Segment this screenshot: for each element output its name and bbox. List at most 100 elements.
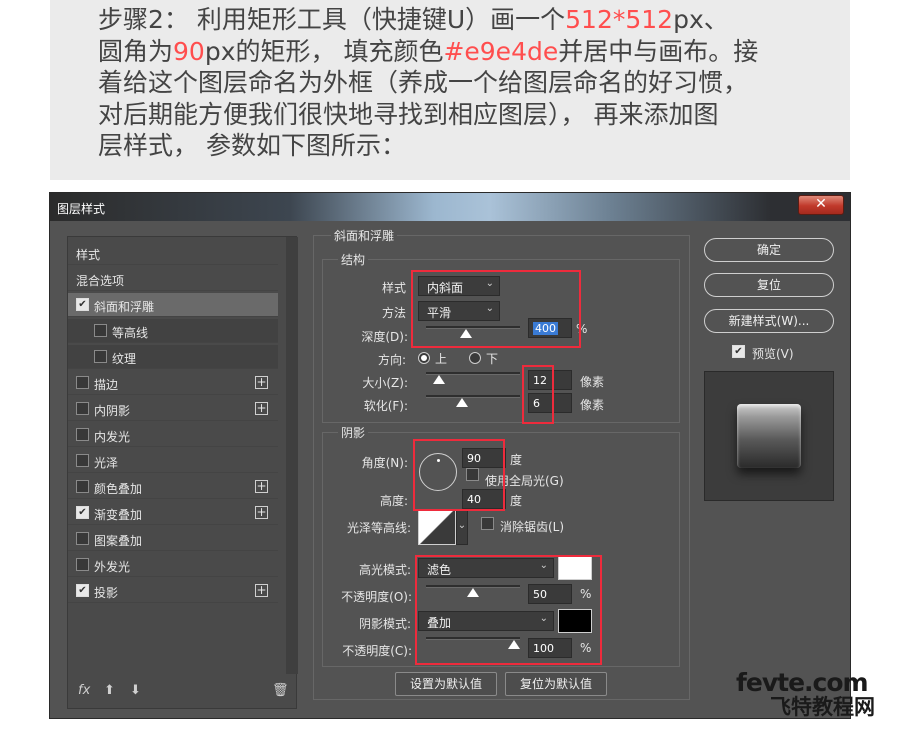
style-item-label: 渐变叠加 [94, 508, 143, 522]
watermark: fevte.com 飞特教程网 [736, 668, 896, 721]
style-item[interactable]: ✔ 斜面和浮雕 [68, 293, 278, 317]
chevron-down-icon: ⌄ [457, 520, 467, 531]
style-item-checkbox[interactable] [76, 428, 89, 441]
tutorial-line-5: 层样式， 参数如下图所示： [98, 131, 406, 160]
fx-icon[interactable]: fx [78, 683, 90, 698]
soften-slider[interactable] [426, 394, 520, 407]
preview-checkbox[interactable]: ✔ [732, 345, 745, 358]
antialias-checkbox[interactable] [481, 517, 494, 530]
style-item[interactable]: 纹理 [68, 345, 278, 369]
style-item-label: 混合选项 [76, 274, 125, 288]
tutorial-line-1: 步骤2： 利用矩形工具（快捷键U）画一个512*512px、 [98, 5, 729, 34]
style-item[interactable]: 光泽 [68, 449, 278, 473]
style-item-label: 颜色叠加 [94, 482, 143, 496]
dialog-titlebar[interactable]: 图层样式 ✕ [50, 193, 850, 221]
set-default-button[interactable]: 设置为默认值 [395, 672, 497, 696]
size-label: 大小(Z): [362, 376, 408, 390]
style-item[interactable]: 内阴影 + [68, 397, 278, 421]
styles-scrollbar[interactable] [286, 237, 298, 674]
direction-down-radio[interactable] [469, 352, 481, 364]
style-item-label: 图案叠加 [94, 534, 143, 548]
style-item-label: 外发光 [94, 560, 131, 574]
style-item-label: 光泽 [94, 456, 119, 470]
annotation-box-size-soften [522, 365, 554, 424]
styles-list-toolbar: fx ⬆ ⬇ 🗑 [68, 674, 296, 708]
soften-unit: 像素 [580, 398, 605, 412]
add-effect-icon[interactable]: + [255, 506, 268, 519]
direction-up-radio[interactable] [418, 352, 430, 364]
add-effect-icon[interactable]: + [255, 480, 268, 493]
style-item[interactable]: 颜色叠加 + [68, 475, 278, 499]
style-item-label: 斜面和浮雕 [94, 300, 155, 314]
style-item-checkbox[interactable] [76, 532, 89, 545]
direction-up-label: 上 [435, 352, 448, 366]
annotation-box-angle-altitude [413, 439, 505, 511]
close-button[interactable]: ✕ [798, 195, 844, 215]
style-item[interactable]: 混合选项 [68, 267, 278, 291]
style-item[interactable]: 内发光 [68, 423, 278, 447]
tutorial-line-2: 圆角为90px的矩形， 填充颜色#e9e4de并居中与画布。接 [98, 36, 759, 66]
highlight-mode-label: 高光模式: [358, 563, 411, 577]
tutorial-text: 步骤2： 利用矩形工具（快捷键U）画一个512*512px、 圆角为90px的矩… [50, 0, 850, 180]
style-item-checkbox[interactable]: ✔ [76, 298, 89, 311]
style-item-label: 等高线 [112, 326, 149, 340]
style-item-checkbox[interactable] [76, 376, 89, 389]
style-item-checkbox[interactable]: ✔ [76, 584, 89, 597]
style-label: 样式 [381, 281, 406, 295]
angle-unit: 度 [510, 453, 523, 467]
style-item[interactable]: 样式 [68, 241, 278, 265]
gloss-contour-label: 光泽等高线: [346, 521, 411, 535]
shading-title: 阴影 [338, 424, 369, 441]
direction-down-label: 下 [486, 352, 499, 366]
method-label: 方法 [381, 306, 406, 320]
direction-label: 方向: [377, 353, 406, 367]
dialog-title: 图层样式 [57, 202, 106, 216]
add-effect-icon[interactable]: + [255, 584, 268, 597]
depth-label: 深度(D): [361, 330, 408, 344]
bevel-emboss-title: 斜面和浮雕 [331, 227, 398, 244]
gloss-contour-dropdown[interactable]: ⌄ [456, 509, 468, 545]
style-item[interactable]: ✔ 投影 + [68, 579, 278, 603]
style-item-label: 样式 [76, 248, 101, 262]
style-item-label: 内阴影 [94, 404, 131, 418]
preview-label: 预览(V) [752, 347, 794, 361]
slider-thumb[interactable] [433, 375, 445, 384]
gloss-contour-picker[interactable] [418, 509, 456, 545]
style-item-checkbox[interactable] [94, 350, 107, 363]
shadow-mode-label: 阴影模式: [358, 617, 411, 631]
annotation-box-highlight-shadow [415, 555, 602, 665]
highlight-opacity-label: 不透明度(O): [341, 590, 412, 604]
size-slider[interactable] [426, 371, 520, 384]
style-item-label: 投影 [94, 586, 119, 600]
preview-thumbnail [737, 404, 801, 468]
style-item-label: 纹理 [112, 352, 137, 366]
angle-label: 角度(N): [361, 456, 408, 470]
add-effect-icon[interactable]: + [255, 402, 268, 415]
reset-default-button[interactable]: 复位为默认值 [505, 672, 607, 696]
style-item[interactable]: ✔ 渐变叠加 + [68, 501, 278, 525]
size-unit: 像素 [580, 375, 605, 389]
move-up-icon[interactable]: ⬆ [104, 683, 115, 698]
style-item-label: 内发光 [94, 430, 131, 444]
move-down-icon[interactable]: ⬇ [130, 683, 141, 698]
style-item-label: 描边 [94, 378, 119, 392]
altitude-label: 高度: [379, 494, 408, 508]
style-item[interactable]: 图案叠加 [68, 527, 278, 551]
style-item-checkbox[interactable] [76, 454, 89, 467]
slider-thumb[interactable] [456, 398, 468, 407]
style-item-checkbox[interactable] [94, 324, 107, 337]
add-effect-icon[interactable]: + [255, 376, 268, 389]
style-item-checkbox[interactable] [76, 480, 89, 493]
altitude-unit: 度 [510, 494, 523, 508]
style-item[interactable]: 等高线 [68, 319, 278, 343]
style-item[interactable]: 描边 + [68, 371, 278, 395]
style-item-checkbox[interactable] [76, 558, 89, 571]
style-item[interactable]: 外发光 [68, 553, 278, 577]
new-style-button[interactable]: 新建样式(W)... [704, 309, 834, 333]
ok-button[interactable]: 确定 [704, 238, 834, 262]
style-item-checkbox[interactable] [76, 402, 89, 415]
trash-icon[interactable]: 🗑 [272, 683, 289, 698]
reset-button[interactable]: 复位 [704, 273, 834, 297]
style-item-checkbox[interactable]: ✔ [76, 506, 89, 519]
structure-title: 结构 [338, 251, 369, 268]
